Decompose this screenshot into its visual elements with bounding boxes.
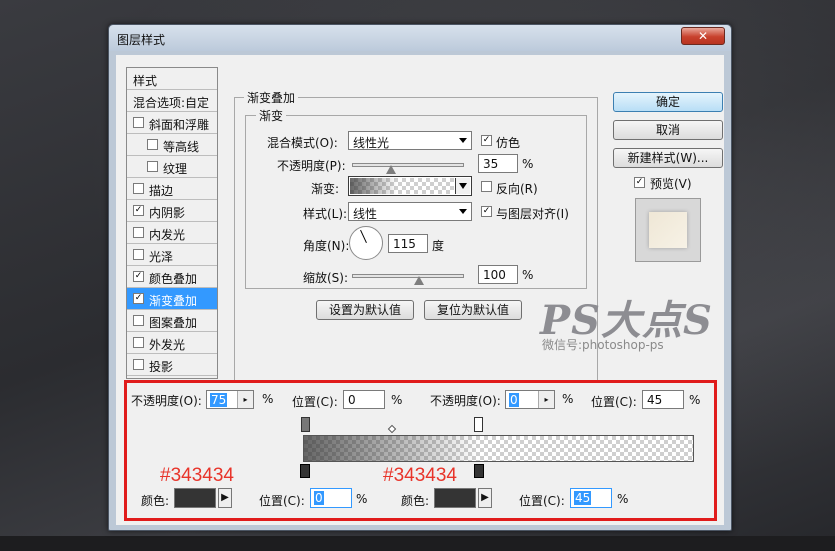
style-item-label: 投影 — [149, 360, 174, 374]
style-list: 样式 混合选项:自定 斜面和浮雕等高线纹理描边 ✓ 内阴影内发光光泽 ✓ 颜色叠加 ✓ 渐变… — [126, 67, 218, 379]
dither-label: 仿色 — [496, 136, 521, 150]
scale-slider-thumb[interactable] — [414, 276, 425, 285]
style-label: 样式(L): — [303, 207, 348, 221]
opacity-input[interactable]: 35 — [478, 154, 518, 173]
style-item-label: 外发光 — [149, 338, 186, 352]
angle-input[interactable]: 115 — [388, 234, 428, 253]
annotation-highlight-box — [124, 380, 717, 521]
angle-unit: 度 — [432, 239, 445, 253]
scale-slider[interactable] — [352, 274, 464, 278]
style-list-item[interactable]: 描边 — [127, 178, 217, 200]
gradient-dropdown[interactable] — [455, 178, 470, 194]
opacity-unit: % — [522, 157, 534, 171]
bottom-bar — [0, 536, 835, 551]
blend-mode-value: 线性光 — [353, 136, 390, 150]
style-value: 线性 — [353, 207, 378, 221]
opacity-slider[interactable] — [352, 163, 464, 167]
align-checkbox[interactable]: ✓ — [481, 206, 492, 217]
gradient-label: 渐变: — [311, 182, 340, 196]
reverse-label: 反向(R) — [496, 182, 538, 196]
dialog-title: 图层样式 — [117, 33, 166, 47]
style-list-blend-options[interactable]: 混合选项:自定 — [127, 90, 217, 112]
style-item-checkbox[interactable]: ✓ — [133, 205, 144, 216]
chevron-down-icon — [459, 183, 467, 189]
style-item-checkbox[interactable] — [133, 249, 144, 260]
gradient-picker[interactable] — [348, 176, 472, 196]
blend-mode-select[interactable]: 线性光 — [348, 131, 472, 150]
gradient-preview — [350, 178, 454, 194]
angle-label: 角度(N): — [303, 239, 350, 253]
style-list-item[interactable]: 斜面和浮雕 — [127, 112, 217, 134]
preview-swatch — [649, 212, 687, 248]
style-item-checkbox[interactable] — [147, 161, 158, 172]
preview-thumbnail — [635, 198, 701, 262]
scale-input[interactable]: 100 — [478, 265, 518, 284]
style-list-item[interactable]: 图案叠加 — [127, 310, 217, 332]
style-list-item[interactable]: 外发光 — [127, 332, 217, 354]
new-style-button[interactable]: 新建样式(W)... — [613, 148, 723, 168]
gradient-subgroup-title: 渐变 — [256, 107, 287, 124]
style-item-label: 颜色叠加 — [149, 272, 198, 286]
style-list-item[interactable]: 内发光 — [127, 222, 217, 244]
watermark: PS大点S 微信号:photoshop-ps — [540, 288, 713, 352]
style-item-label: 斜面和浮雕 — [149, 118, 210, 132]
style-item-checkbox[interactable]: ✓ — [133, 293, 144, 304]
style-list-header-label: 样式 — [133, 74, 158, 88]
style-list-header[interactable]: 样式 — [127, 68, 217, 90]
style-item-label: 内发光 — [149, 228, 186, 242]
style-item-label: 渐变叠加 — [149, 294, 198, 308]
style-list-item[interactable]: 纹理 — [127, 156, 217, 178]
watermark-subtitle: 微信号:photoshop-ps — [542, 338, 664, 352]
scale-label: 缩放(S): — [303, 271, 349, 285]
chevron-down-icon — [459, 138, 467, 143]
style-item-label: 等高线 — [163, 140, 200, 154]
style-item-label: 描边 — [149, 184, 174, 198]
chevron-down-icon — [459, 209, 467, 214]
style-list-item[interactable]: 等高线 — [127, 134, 217, 156]
style-list-item[interactable]: ✓ 内阴影 — [127, 200, 217, 222]
style-item-checkbox[interactable] — [133, 337, 144, 348]
opacity-slider-thumb[interactable] — [386, 165, 397, 174]
style-item-checkbox[interactable] — [133, 359, 144, 370]
angle-needle — [360, 229, 367, 243]
dither-checkbox[interactable]: ✓ — [481, 135, 492, 146]
reverse-checkbox[interactable] — [481, 181, 492, 192]
title-bar[interactable]: 图层样式 ✕ — [109, 25, 731, 51]
style-item-checkbox[interactable] — [133, 227, 144, 238]
style-list-item[interactable]: 光泽 — [127, 244, 217, 266]
style-list-item[interactable]: 投影 — [127, 354, 217, 376]
reset-default-button[interactable]: 复位为默认值 — [424, 300, 522, 320]
style-select[interactable]: 线性 — [348, 202, 472, 221]
preview-label: 预览(V) — [650, 177, 692, 191]
style-item-checkbox[interactable]: ✓ — [133, 271, 144, 282]
opacity-label: 不透明度(P): — [277, 159, 346, 173]
scale-unit: % — [522, 268, 534, 282]
angle-dial[interactable] — [349, 226, 383, 260]
style-list-item[interactable]: ✓ 渐变叠加 — [127, 288, 217, 310]
style-item-label: 内阴影 — [149, 206, 186, 220]
gradient-overlay-title: 渐变叠加 — [244, 89, 299, 106]
style-item-label: 光泽 — [149, 250, 174, 264]
blend-options-label: 混合选项:自定 — [133, 96, 210, 110]
style-item-label: 图案叠加 — [149, 316, 198, 330]
style-list-item[interactable]: ✓ 颜色叠加 — [127, 266, 217, 288]
close-button[interactable]: ✕ — [681, 27, 725, 45]
preview-checkbox[interactable]: ✓ — [634, 177, 645, 188]
style-item-checkbox[interactable] — [133, 315, 144, 326]
style-item-checkbox[interactable] — [133, 183, 144, 194]
cancel-button[interactable]: 取消 — [613, 120, 723, 140]
make-default-button[interactable]: 设置为默认值 — [316, 300, 414, 320]
ok-button[interactable]: 确定 — [613, 92, 723, 112]
gradient-preview-fill — [350, 178, 454, 194]
align-label: 与图层对齐(I) — [496, 207, 569, 221]
style-item-label: 纹理 — [163, 162, 188, 176]
style-item-checkbox[interactable] — [133, 117, 144, 128]
style-item-checkbox[interactable] — [147, 139, 158, 150]
blend-mode-label: 混合模式(O): — [267, 136, 338, 150]
